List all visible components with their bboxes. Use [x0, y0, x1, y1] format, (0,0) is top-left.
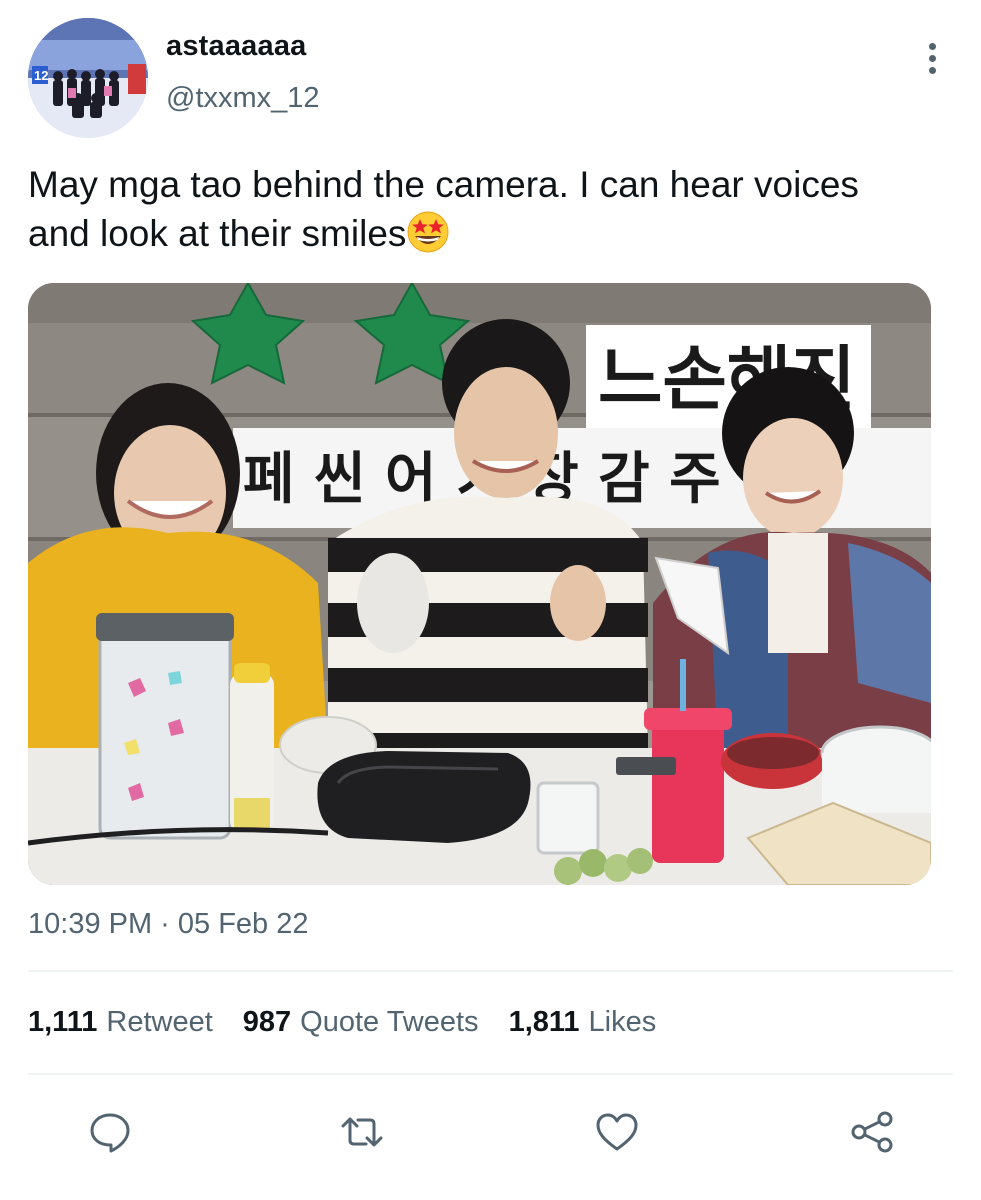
- retweet-icon: [341, 1117, 383, 1147]
- quote-tweets-count[interactable]: 987 Quote Tweets: [243, 1006, 479, 1039]
- more-dot-icon: [928, 54, 936, 62]
- reply-button[interactable]: [84, 1106, 136, 1158]
- retweet-count[interactable]: 1,111 Retweet: [28, 1006, 213, 1039]
- reply-icon: [90, 1113, 130, 1153]
- star-struck-emoji-icon: [407, 211, 449, 253]
- more-dot-icon: [928, 42, 936, 50]
- user-display-name[interactable]: astaaaaaa: [166, 30, 307, 63]
- tweet-detail-page: 12 astaaaaaa @txxmx_12 May mga tao behin…: [0, 0, 981, 1200]
- tweet-actions-bar: [0, 1100, 981, 1160]
- tweet-text: May mga tao behind the camera. I can hea…: [28, 160, 928, 258]
- divider: [28, 1073, 953, 1075]
- tweet-stats: 1,111 Retweet 987 Quote Tweets 1,811 Likes: [28, 1006, 686, 1039]
- divider: [28, 970, 953, 972]
- tweet-media-image[interactable]: 느손해진 페 씬 어 기 장 감 주 리: [28, 283, 931, 885]
- more-dot-icon: [928, 66, 936, 74]
- user-avatar[interactable]: 12: [28, 18, 148, 138]
- video-frame-image-icon: 느손해진 페 씬 어 기 장 감 주 리: [28, 283, 931, 885]
- share-icon: [851, 1111, 893, 1153]
- user-handle[interactable]: @txxmx_12: [166, 82, 320, 115]
- svg-text:12: 12: [34, 68, 48, 83]
- more-options-button[interactable]: [914, 38, 950, 78]
- tweet-timestamp[interactable]: 10:39 PM · 05 Feb 22: [28, 908, 309, 941]
- group-photo-avatar-icon: 12: [28, 18, 148, 138]
- like-button[interactable]: [591, 1106, 643, 1158]
- like-icon: [596, 1113, 638, 1151]
- share-button[interactable]: [846, 1106, 898, 1158]
- likes-count[interactable]: 1,811 Likes: [509, 1006, 657, 1039]
- retweet-button[interactable]: [336, 1106, 388, 1158]
